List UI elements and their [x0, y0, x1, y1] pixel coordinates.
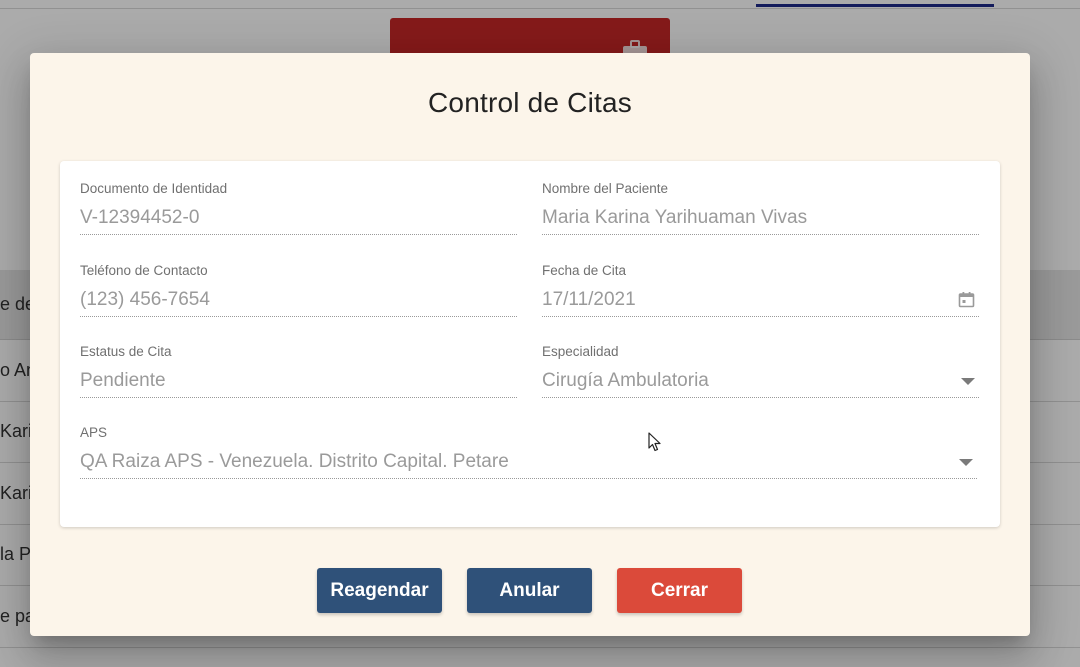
nombre-label: Nombre del Paciente: [542, 181, 669, 196]
especialidad-value: Cirugía Ambulatoria: [542, 370, 709, 391]
dialog-title: Control de Citas: [428, 87, 632, 118]
cerrar-button[interactable]: Cerrar: [617, 568, 742, 613]
estatus-field: Estatus de Cita Pendiente: [80, 344, 517, 398]
telefono-label: Teléfono de Contacto: [80, 263, 208, 278]
nombre-field: Nombre del Paciente Maria Karina Yarihua…: [542, 181, 979, 235]
mouse-cursor-icon: [648, 432, 661, 452]
telefono-field: Teléfono de Contacto (123) 456-7654: [80, 263, 517, 317]
especialidad-label: Especialidad: [542, 344, 619, 359]
dropdown-arrow-icon[interactable]: [959, 459, 973, 466]
documento-field: Documento de Identidad V-12394452-0: [80, 181, 517, 235]
estatus-input[interactable]: Pendiente: [80, 370, 517, 398]
especialidad-field: Especialidad Cirugía Ambulatoria: [542, 344, 979, 398]
estatus-label: Estatus de Cita: [80, 344, 172, 359]
fecha-value: 17/11/2021: [542, 289, 636, 310]
documento-input[interactable]: V-12394452-0: [80, 207, 517, 235]
control-de-citas-dialog: Control de Citas Documento de Identidad …: [30, 53, 1030, 636]
especialidad-select[interactable]: Cirugía Ambulatoria: [542, 370, 979, 398]
aps-label: APS: [80, 425, 108, 440]
nombre-input[interactable]: Maria Karina Yarihuaman Vivas: [542, 207, 979, 235]
aps-select[interactable]: QA Raiza APS - Venezuela. Distrito Capit…: [80, 451, 977, 479]
fecha-field: Fecha de Cita 17/11/2021: [542, 263, 979, 317]
aps-field: APS QA Raiza APS - Venezuela. Distrito C…: [80, 425, 977, 479]
documento-label: Documento de Identidad: [80, 181, 228, 196]
calendar-icon[interactable]: [958, 291, 975, 308]
anular-button[interactable]: Anular: [467, 568, 592, 613]
aps-value: QA Raiza APS - Venezuela. Distrito Capit…: [80, 451, 509, 472]
reagendar-button[interactable]: Reagendar: [317, 568, 442, 613]
telefono-input[interactable]: (123) 456-7654: [80, 289, 517, 317]
fecha-label: Fecha de Cita: [542, 263, 627, 278]
fecha-input[interactable]: 17/11/2021: [542, 289, 979, 317]
appointment-form-card: Documento de Identidad V-12394452-0 Nomb…: [60, 161, 1000, 527]
dropdown-arrow-icon[interactable]: [961, 378, 975, 385]
